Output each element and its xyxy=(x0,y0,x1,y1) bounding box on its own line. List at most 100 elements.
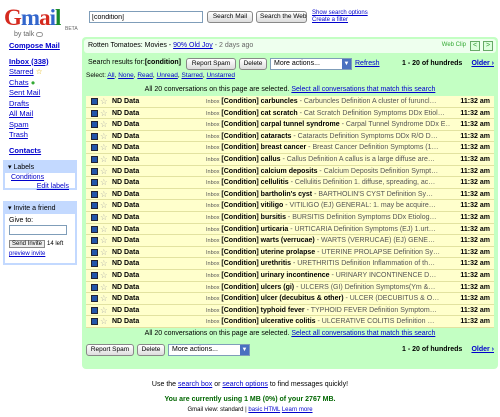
report-spam-button[interactable]: Report Spam xyxy=(186,58,236,70)
table-row[interactable]: ☆ ND Data Inbox [Condition] urinary incont… xyxy=(86,270,494,282)
row-checkbox[interactable] xyxy=(91,283,98,291)
nav-chats[interactable]: Chats xyxy=(9,78,29,87)
labels-header[interactable]: ▾ Labels xyxy=(5,162,75,173)
star-icon[interactable]: ☆ xyxy=(100,131,108,142)
send-invite-button[interactable]: Send Invite xyxy=(9,240,46,248)
search-input[interactable] xyxy=(89,11,203,23)
row-checkbox[interactable] xyxy=(91,225,98,233)
basic-html-link[interactable]: basic HTML xyxy=(248,407,280,413)
table-row[interactable]: ☆ ND Data Inbox [Condition] cat scratch - … xyxy=(86,107,494,120)
row-checkbox[interactable] xyxy=(91,248,98,256)
table-row[interactable]: ☆ ND Data Inbox [Condition] carpal tunnel … xyxy=(86,119,494,131)
star-icon[interactable]: ☆ xyxy=(100,247,108,258)
row-checkbox[interactable] xyxy=(91,121,98,129)
create-filter-link[interactable]: Create a filter xyxy=(312,17,348,23)
select-unstarred-link[interactable]: Unstarred xyxy=(206,72,235,79)
row-checkbox[interactable] xyxy=(91,109,98,117)
table-row[interactable]: ☆ ND Data Inbox [Condition] ulcers (gi) - … xyxy=(86,281,494,294)
star-icon[interactable]: ☆ xyxy=(100,189,108,200)
delete-button[interactable]: Delete xyxy=(239,58,267,70)
star-icon[interactable]: ☆ xyxy=(100,108,108,119)
table-row[interactable]: ☆ ND Data Inbox [Condition] urticaria - UR… xyxy=(86,223,494,236)
star-icon[interactable]: ☆ xyxy=(100,177,108,188)
table-row[interactable]: ☆ ND Data Inbox [Condition] ulcerative col… xyxy=(86,316,494,328)
table-row[interactable]: ☆ ND Data Inbox [Condition] breast cancer … xyxy=(86,142,494,154)
nav-starred[interactable]: Starred xyxy=(9,67,34,76)
web-clip-next-button[interactable]: > xyxy=(483,41,493,51)
row-checkbox[interactable] xyxy=(91,295,98,303)
more-actions-select[interactable]: More actions... ▼ xyxy=(270,58,352,70)
older-link-bottom[interactable]: Older › xyxy=(471,346,494,353)
label-conditions[interactable]: Conditions xyxy=(11,174,44,181)
star-icon[interactable]: ☆ xyxy=(100,270,108,281)
table-row[interactable]: ☆ ND Data Inbox [Condition] carbuncles - C… xyxy=(86,96,494,108)
footer-search-box-link[interactable]: search box xyxy=(178,381,212,388)
row-checkbox[interactable] xyxy=(91,272,98,279)
table-row[interactable]: ☆ ND Data Inbox [Condition] calcium deposi… xyxy=(86,165,494,178)
table-row[interactable]: ☆ ND Data Inbox [Condition] vitiligo - VIT… xyxy=(86,200,494,212)
star-icon[interactable]: ☆ xyxy=(100,316,108,327)
nav-spam[interactable]: Spam xyxy=(9,120,29,129)
preview-invite-link[interactable]: preview invite xyxy=(9,251,45,257)
row-checkbox[interactable] xyxy=(91,237,98,245)
star-icon[interactable]: ☆ xyxy=(100,293,108,304)
row-checkbox[interactable] xyxy=(91,190,98,198)
edit-labels-link[interactable]: Edit labels xyxy=(37,183,69,190)
row-checkbox[interactable] xyxy=(91,179,98,187)
star-icon[interactable]: ☆ xyxy=(100,282,108,293)
star-icon[interactable]: ☆ xyxy=(100,258,108,269)
row-checkbox[interactable] xyxy=(91,132,98,140)
select-none-link[interactable]: None xyxy=(118,72,134,79)
star-icon[interactable]: ☆ xyxy=(100,212,108,223)
table-row[interactable]: ☆ ND Data Inbox [Condition] warts (verruca… xyxy=(86,235,494,247)
web-clip-link[interactable]: 90% Old Joy xyxy=(173,42,213,49)
star-icon[interactable]: ☆ xyxy=(100,305,108,316)
select-starred-link[interactable]: Starred xyxy=(181,72,202,79)
learn-more-link[interactable]: Learn more xyxy=(282,407,313,413)
select-all-link[interactable]: All xyxy=(107,72,114,79)
select-all-matching-link[interactable]: Select all conversations that match this… xyxy=(291,86,435,93)
table-row[interactable]: ☆ ND Data Inbox [Condition] cataracts - Ca… xyxy=(86,130,494,143)
search-web-button[interactable]: Search the Web xyxy=(256,11,307,23)
report-spam-button-bottom[interactable]: Report Spam xyxy=(86,344,134,356)
row-checkbox[interactable] xyxy=(91,98,98,105)
select-read-link[interactable]: Read xyxy=(137,72,153,79)
table-row[interactable]: ☆ ND Data Inbox [Condition] callus - Callu… xyxy=(86,154,494,166)
nav-drafts[interactable]: Drafts xyxy=(9,99,29,108)
nav-contacts[interactable]: Contacts xyxy=(9,146,41,155)
nav-trash[interactable]: Trash xyxy=(9,130,28,139)
search-mail-button[interactable]: Search Mail xyxy=(207,11,253,23)
row-checkbox[interactable] xyxy=(91,214,98,221)
table-row[interactable]: ☆ ND Data Inbox [Condition] urethritis - U… xyxy=(86,258,494,270)
row-checkbox[interactable] xyxy=(91,156,98,163)
older-link[interactable]: Older › xyxy=(471,60,494,67)
row-checkbox[interactable] xyxy=(91,306,98,314)
star-icon[interactable]: ☆ xyxy=(100,235,108,246)
star-icon[interactable]: ☆ xyxy=(100,96,108,107)
more-actions-select-bottom[interactable]: More actions... ▼ xyxy=(168,344,250,356)
star-icon[interactable]: ☆ xyxy=(100,119,108,130)
gmail-logo[interactable]: Gmail BETA by talk xyxy=(4,6,78,40)
row-checkbox[interactable] xyxy=(91,202,98,210)
select-all-matching-link-bottom[interactable]: Select all conversations that match this… xyxy=(291,330,435,337)
nav-sent[interactable]: Sent Mail xyxy=(9,88,40,97)
table-row[interactable]: ☆ ND Data Inbox [Condition] ulcer (decubit… xyxy=(86,293,494,305)
nav-all-mail[interactable]: All Mail xyxy=(9,109,33,118)
show-search-options-link[interactable]: Show search options xyxy=(312,10,368,16)
refresh-link[interactable]: Refresh xyxy=(355,60,380,67)
row-checkbox[interactable] xyxy=(91,318,98,326)
table-row[interactable]: ☆ ND Data Inbox [Condition] bursitis - BUR… xyxy=(86,212,494,224)
star-icon[interactable]: ☆ xyxy=(100,200,108,211)
invite-header[interactable]: ▾ Invite a friend xyxy=(5,203,75,214)
star-icon[interactable]: ☆ xyxy=(100,154,108,165)
row-checkbox[interactable] xyxy=(91,167,98,175)
star-icon[interactable]: ☆ xyxy=(100,166,108,177)
delete-button-bottom[interactable]: Delete xyxy=(137,344,165,356)
footer-search-options-link[interactable]: search options xyxy=(222,381,268,388)
web-clip-prev-button[interactable]: < xyxy=(470,41,480,51)
row-checkbox[interactable] xyxy=(91,260,98,268)
row-checkbox[interactable] xyxy=(91,144,98,152)
select-unread-link[interactable]: Unread xyxy=(157,72,178,79)
invite-email-input[interactable] xyxy=(9,225,67,235)
star-icon[interactable]: ☆ xyxy=(100,224,108,235)
